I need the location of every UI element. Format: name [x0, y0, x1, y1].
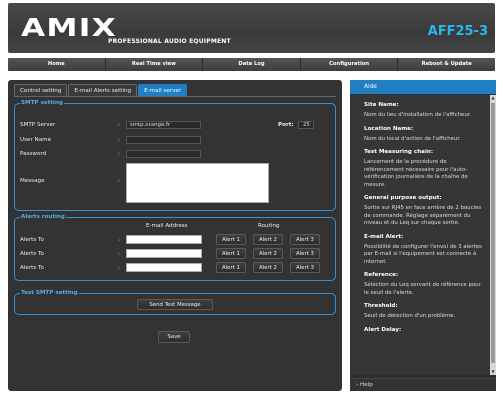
- message-label: Message: [20, 178, 45, 184]
- alert-3-button[interactable]: Alert 3: [290, 248, 320, 259]
- help-panel-title: Aide: [350, 80, 496, 94]
- test-smtp-group: Test SMTP setting Send Test Message: [14, 289, 336, 315]
- alert-1-button[interactable]: Alert 1: [216, 248, 246, 259]
- scroll-up-icon[interactable]: ▲: [490, 95, 496, 101]
- scroll-thumb[interactable]: [491, 103, 495, 363]
- help-term: Threshold:: [364, 303, 398, 309]
- alert-email-input[interactable]: [126, 263, 202, 272]
- colon: :: [118, 122, 120, 128]
- help-desc: Lancement de la procédure de référenceme…: [364, 159, 468, 188]
- tab-divider: [14, 96, 336, 97]
- alert-email-input[interactable]: [126, 249, 202, 258]
- help-footer-label: Help: [360, 382, 373, 388]
- port-label: Port:: [278, 122, 294, 128]
- port-input[interactable]: 25: [298, 121, 314, 129]
- help-desc: Sortie sur RJ45 en face arrière de 2 bou…: [364, 205, 482, 226]
- save-button[interactable]: Save: [158, 331, 190, 343]
- nav-real-time-view[interactable]: Real Time view: [106, 58, 204, 71]
- alert-2-button[interactable]: Alert 2: [253, 234, 283, 245]
- amix-logo: AMIX: [21, 13, 118, 42]
- alert-1-button[interactable]: Alert 1: [216, 262, 246, 273]
- colon: :: [118, 137, 120, 143]
- send-test-message-button[interactable]: Send Test Message: [137, 299, 213, 310]
- password-label: Password: [20, 151, 47, 157]
- colon: :: [118, 237, 120, 243]
- device-model: AFF25-3: [427, 24, 488, 39]
- message-textarea[interactable]: [126, 163, 269, 203]
- colon: :: [118, 178, 120, 184]
- nav-data-log[interactable]: Data Log: [203, 58, 301, 71]
- help-term: Reference:: [364, 272, 399, 278]
- scroll-down-icon[interactable]: ▼: [490, 369, 496, 375]
- alerts-to-label: Alerts To: [20, 251, 44, 257]
- user-name-label: User Name: [20, 137, 52, 143]
- help-content: Site Name: Nom du lieu d'installation de…: [350, 95, 490, 375]
- help-term: Location Name:: [364, 125, 414, 132]
- colon: :: [118, 265, 120, 271]
- chevron-right-icon: ›: [356, 382, 359, 388]
- alerts-to-label: Alerts To: [20, 237, 44, 243]
- smtp-server-label: SMTP Server: [20, 122, 56, 128]
- help-term: Site Name:: [364, 102, 399, 108]
- smtp-setting-group: SMTP setting SMTP Server : smtp.orange.f…: [14, 99, 336, 211]
- test-smtp-legend: Test SMTP setting: [20, 289, 79, 297]
- brand-tagline: PROFESSIONAL AUDIO EQUIPMENT: [108, 38, 231, 45]
- help-desc: Nom du local d'action de l'afficheur.: [364, 135, 461, 142]
- user-name-input[interactable]: [126, 136, 201, 144]
- help-panel: Aide Site Name: Nom du lieu d'installati…: [350, 80, 496, 391]
- help-term: E-mail Alert:: [364, 233, 404, 240]
- help-desc: Sélection du Leq servant de référence po…: [364, 282, 481, 296]
- alert-1-button[interactable]: Alert 1: [216, 234, 246, 245]
- alert-email-input[interactable]: [126, 235, 202, 244]
- nav-home[interactable]: Home: [8, 58, 106, 71]
- email-address-header: E-mail Address: [146, 223, 188, 229]
- colon: :: [118, 151, 120, 157]
- help-term: General purpose output:: [364, 195, 442, 201]
- nav-reboot-update[interactable]: Reboot & Update: [398, 58, 495, 71]
- password-input[interactable]: [126, 150, 201, 158]
- app-header: AMIX PROFESSIONAL AUDIO EQUIPMENT AFF25-…: [8, 3, 495, 53]
- smtp-setting-legend: SMTP setting: [20, 99, 64, 107]
- help-desc: Nom du lieu d'installation de l'afficheu…: [364, 112, 472, 118]
- help-scrollbar[interactable]: ▲ ▼: [490, 95, 496, 375]
- main-nav: Home Real Time view Data Log Configurati…: [8, 58, 495, 71]
- alerts-routing-legend: Alerts routing: [20, 213, 66, 221]
- alert-2-button[interactable]: Alert 2: [253, 248, 283, 259]
- alert-3-button[interactable]: Alert 3: [290, 234, 320, 245]
- alert-3-button[interactable]: Alert 3: [290, 262, 320, 273]
- routing-header: Routing: [258, 223, 280, 229]
- alerts-to-label: Alerts To: [20, 265, 44, 271]
- help-term: Alert Delay:: [364, 326, 402, 333]
- help-desc: Possibilité de configurer l'envoi de 3 a…: [364, 243, 482, 265]
- colon: :: [118, 251, 120, 257]
- help-footer[interactable]: › Help: [350, 378, 496, 390]
- nav-configuration[interactable]: Configuration: [301, 58, 399, 71]
- help-desc: Seuil de detection d'un problème.: [364, 313, 456, 319]
- alert-2-button[interactable]: Alert 2: [253, 262, 283, 273]
- alerts-routing-group: Alerts routing E-mail Address Routing Al…: [14, 213, 336, 281]
- help-term: Test Measuring chain:: [364, 149, 434, 155]
- config-panel: Control setting E-mail Alerts setting E-…: [8, 80, 342, 391]
- smtp-server-input[interactable]: smtp.orange.fr: [126, 121, 201, 129]
